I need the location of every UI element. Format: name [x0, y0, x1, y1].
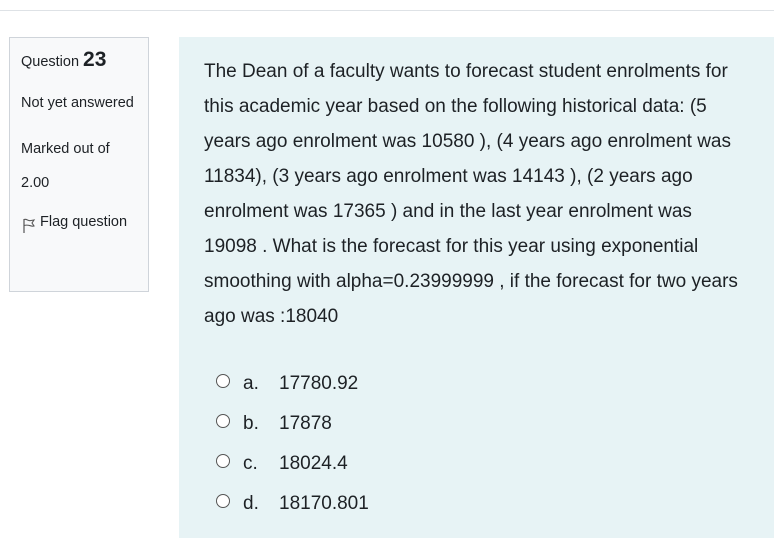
question-number-value: 23	[83, 48, 107, 71]
radio-unchecked-icon[interactable]	[216, 414, 230, 428]
flag-question-label: Flag question	[40, 214, 128, 230]
answer-letter: d.	[243, 493, 259, 514]
answer-value: 17780.92	[279, 373, 359, 394]
radio-unchecked-icon[interactable]	[216, 374, 230, 388]
answer-value: 18024.4	[279, 453, 348, 474]
answer-value: 18170.801	[279, 493, 369, 514]
question-state: Not yet answered	[21, 95, 134, 111]
answer-letter: c.	[243, 453, 258, 474]
answer-option-d[interactable]: d. 18170.801	[204, 484, 754, 524]
question-info-panel: Question 23 Not yet answered Marked out …	[9, 37, 149, 292]
flag-icon	[23, 218, 36, 233]
question-grade: Marked out of 2.00	[21, 141, 110, 191]
answer-letter: a.	[243, 373, 259, 394]
top-divider	[0, 10, 774, 11]
answer-option-b[interactable]: b. 17878	[204, 404, 754, 444]
answer-option-c[interactable]: c. 18024.4	[204, 444, 754, 484]
answer-option-a[interactable]: a. 17780.92	[204, 364, 754, 404]
radio-unchecked-icon[interactable]	[216, 454, 230, 468]
question-text: The Dean of a faculty wants to forecast …	[204, 61, 738, 327]
question-content: The Dean of a faculty wants to forecast …	[179, 37, 774, 538]
question-label: Question	[21, 54, 80, 70]
flag-question-button[interactable]: Flag question	[21, 210, 148, 234]
answer-value: 17878	[279, 413, 332, 434]
question-number: Question 23	[21, 48, 148, 74]
radio-unchecked-icon[interactable]	[216, 494, 230, 508]
answer-letter: b.	[243, 413, 259, 434]
answer-options: a. 17780.92 b. 17878 c. 18024.4 d. 18170…	[204, 364, 754, 524]
